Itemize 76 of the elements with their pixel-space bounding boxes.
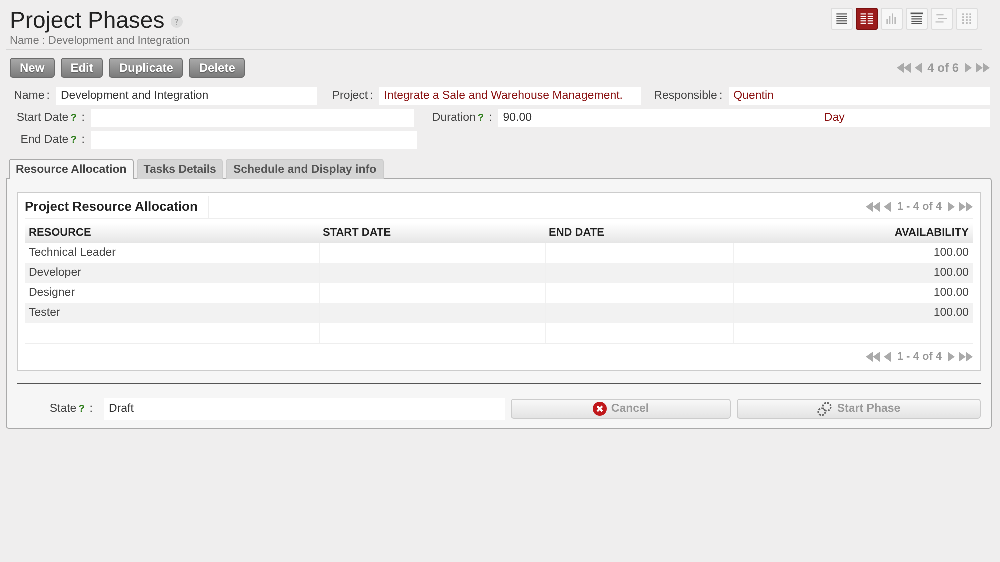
list-title: Project Resource Allocation [25, 196, 209, 218]
left-arrow-icon [884, 202, 892, 212]
column-header: END DATE [545, 223, 733, 243]
first-page-button[interactable] [896, 63, 911, 73]
last-page-button[interactable] [959, 352, 973, 362]
label-colon: : [370, 90, 374, 102]
label-colon: : [46, 90, 50, 102]
label-colon: : [82, 134, 85, 146]
last-page-button[interactable] [959, 202, 973, 212]
help-mark[interactable]: ? [78, 404, 85, 415]
table-cell: 100.00 [733, 283, 973, 303]
column-header: AVAILABILITY [733, 223, 973, 243]
tab[interactable]: Tasks Details [136, 159, 224, 179]
first-page-button[interactable] [866, 352, 880, 362]
record-subtitle: Name : Development and Integration [10, 35, 190, 47]
double-left-arrow-icon [896, 63, 911, 73]
field-label: State [50, 403, 77, 415]
input-field[interactable]: Integrate a Sale and Warehouse Management. [379, 87, 641, 105]
left-arrow-icon [914, 63, 922, 73]
next-page-button[interactable] [965, 63, 972, 73]
pager-count: 4 of 6 [928, 61, 959, 75]
column-header: START DATE [319, 223, 545, 243]
right-arrow-icon [965, 63, 972, 73]
action-button[interactable]: Delete [189, 58, 246, 78]
double-left-arrow-icon [866, 202, 880, 212]
field-label: End Date [20, 134, 69, 146]
first-page-button[interactable] [866, 202, 880, 212]
input-field[interactable]: 90.00 [498, 109, 820, 127]
view-switch-button[interactable] [856, 8, 878, 30]
tab[interactable]: Resource Allocation [9, 159, 134, 179]
field-label: Start Date [16, 112, 69, 124]
right-arrow-icon [948, 202, 955, 212]
input-field[interactable]: Quentin [728, 87, 990, 105]
pager-count: 1 - 4 of 4 [897, 201, 942, 213]
next-page-button[interactable] [948, 352, 955, 362]
tab[interactable]: Schedule and Display info [226, 159, 384, 179]
table-cell: Tester [25, 303, 319, 323]
help-mark[interactable]: ? [70, 113, 77, 124]
action-button[interactable]: New [10, 58, 55, 78]
table-cell: 100.00 [733, 303, 973, 323]
state-field[interactable]: Draft [104, 398, 506, 420]
previous-page-button[interactable] [884, 352, 892, 362]
action-button[interactable]: Edit [60, 58, 104, 78]
field-label: Responsible [654, 90, 718, 102]
pager-count: 1 - 4 of 4 [897, 351, 942, 363]
field-label: Project [332, 90, 368, 102]
input-field[interactable]: Development and Integration [56, 87, 318, 105]
double-right-arrow-icon [976, 63, 990, 73]
action-button[interactable]: Duplicate [109, 58, 184, 78]
double-left-arrow-icon [866, 352, 880, 362]
column-header: RESOURCE [25, 223, 319, 243]
unit-field[interactable]: Day [819, 109, 990, 127]
field-label: Duration [432, 112, 476, 124]
table-cell: 100.00 [733, 243, 973, 263]
last-page-button[interactable] [976, 63, 990, 73]
state-button[interactable]: Cancel [511, 399, 732, 419]
right-arrow-icon [948, 352, 955, 362]
table-cell: 100.00 [733, 263, 973, 283]
double-right-arrow-icon [959, 352, 973, 362]
double-right-arrow-icon [959, 202, 973, 212]
next-page-button[interactable] [948, 202, 955, 212]
field-label: Name [14, 90, 45, 102]
label-colon: : [82, 112, 85, 124]
label-colon: : [489, 112, 492, 124]
gears-icon [817, 401, 834, 417]
previous-page-button[interactable] [884, 202, 892, 212]
state-button[interactable]: Start Phase [737, 399, 982, 419]
close-icon [593, 402, 608, 416]
label-colon: : [719, 90, 723, 102]
table-cell: Developer [25, 263, 319, 283]
page-title: Project Phases [10, 6, 165, 34]
label-colon: : [90, 403, 93, 415]
help-mark[interactable]: ? [70, 135, 77, 146]
left-arrow-icon [884, 352, 892, 362]
previous-page-button[interactable] [914, 63, 922, 73]
help-mark[interactable]: ? [478, 113, 484, 124]
